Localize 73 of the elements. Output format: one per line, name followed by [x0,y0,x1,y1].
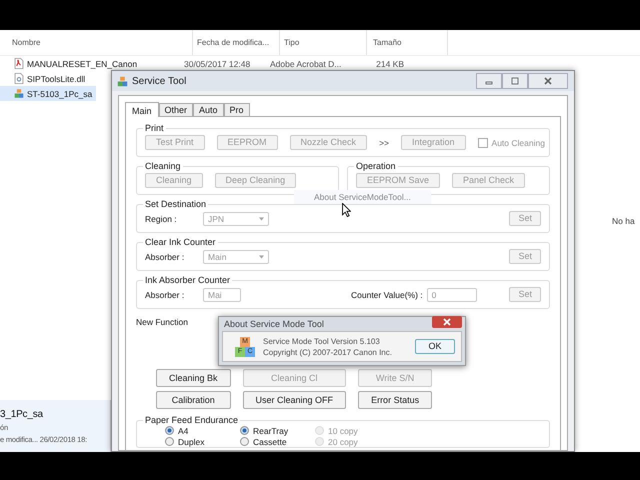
checkbox-label: Auto Cleaning [492,138,545,148]
group-title: Paper Feed Endurance [144,415,240,425]
column-header[interactable]: Tamaño [367,30,448,55]
counter-dropdown[interactable]: 0 [426,288,477,302]
radio-button[interactable] [240,426,249,435]
details-file-name: 3_1Pc_sa [0,408,44,420]
action-button[interactable]: Cleaning Bk [156,369,231,387]
caret-icon [259,216,264,220]
tab[interactable]: Other [158,103,194,116]
dialog-title: About Service Mode Tool [224,319,324,329]
maximize-icon [510,77,520,85]
group-title: Print [144,123,165,133]
set-button[interactable]: Set [509,287,541,302]
set-button[interactable]: Set [509,211,541,226]
field-label: Counter Value(%) : [351,290,423,300]
tab[interactable]: Auto [193,103,224,116]
maximize-button[interactable] [502,73,528,89]
radio-button[interactable] [165,437,174,446]
ok-button[interactable]: OK [415,339,455,354]
group-title: Clear Ink Counter [144,237,217,247]
radio-label: Duplex [178,436,204,446]
field-label: Absorber : [145,290,186,300]
radio-button[interactable] [240,437,249,446]
app-icon [117,76,128,86]
file-name: MANUALRESET_EN_Canon [27,58,138,68]
group-title: Cleaning [144,161,182,171]
checkbox[interactable] [478,138,488,148]
radio-label: RearTray [253,426,288,436]
action-button[interactable]: Calibration [156,391,231,409]
group-title: Ink Absorber Counter [144,275,232,285]
radio-label: Cassette [253,436,287,446]
field-label: Region : [145,214,178,224]
file-row[interactable]: SIPToolsLite.dll [0,71,90,86]
close-icon [442,318,452,326]
tab[interactable]: Pro [224,103,250,116]
close-icon [543,77,553,85]
app-icon [14,88,24,99]
radio-label: 20 copy [328,436,358,446]
field-label: Absorber : [145,252,186,262]
section-title: New Function [136,317,188,327]
file-row[interactable]: MANUALRESET_EN_Canon 30/05/2017 12:48 Adobe Acrobat D... 214 KB [0,56,408,71]
close-button[interactable] [528,73,568,89]
absorber-dropdown[interactable]: Mai [203,288,241,302]
radio-label: 10 copy [328,426,358,436]
caret-icon [259,254,264,258]
arrow-symbol: >> [379,138,389,148]
group-title: Set Destination [144,199,208,209]
about-text: Copyright (C) 2007-2017 Canon Inc. [263,348,392,356]
minimize-button[interactable] [476,73,502,89]
close-button[interactable] [432,316,462,328]
window-title: Service Tool [132,76,186,86]
column-header[interactable]: Tipo [280,30,367,55]
radio-label: A4 [178,426,188,436]
radio-button[interactable] [165,426,174,435]
file-name: SIPToolsLite.dll [27,74,86,84]
region-dropdown[interactable]: JPN [203,212,269,226]
action-button[interactable]: User Cleaning OFF [242,391,346,409]
pdf-file-icon [14,58,24,69]
preview-message: No ha [612,216,635,226]
column-header[interactable]: Fecha de modifica... [193,30,280,55]
set-button[interactable]: Set [509,249,541,264]
group-title: Operation [355,161,397,171]
tab[interactable]: Main [125,102,159,117]
file-type: Adobe Acrobat D... [270,58,342,68]
mouse-cursor-icon [342,203,351,217]
absorber-dropdown[interactable]: Main [203,250,269,264]
column-header[interactable]: Nombre [0,30,193,55]
action-button[interactable]: Error Status [358,391,432,409]
file-row[interactable]: ST-5103_1Pc_sa [0,86,96,101]
about-text: Service Mode Tool Version 5.103 [263,336,381,346]
file-date: 30/05/2017 12:48 [184,58,252,68]
file-name: ST-5103_1Pc_sa [27,88,92,98]
file-size: 214 KB [375,58,404,68]
